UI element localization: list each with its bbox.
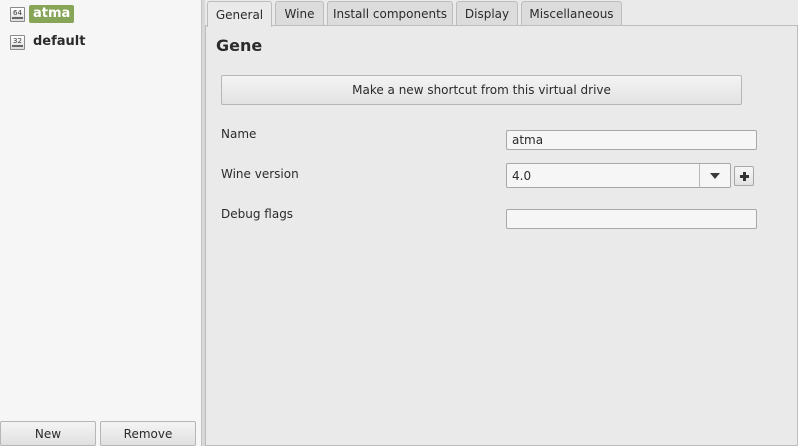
remove-button[interactable]: Remove [100, 421, 196, 446]
prefix-item-default[interactable]: 32 default [10, 32, 89, 52]
prefix-item-atma[interactable]: 64 atma [10, 4, 75, 24]
plus-icon [739, 171, 749, 181]
tab-miscellaneous[interactable]: Miscellaneous [521, 1, 622, 25]
name-field[interactable] [506, 130, 757, 150]
wine-version-select[interactable]: 4.0 [506, 163, 731, 188]
debug-flags-field[interactable] [506, 209, 757, 229]
page-title: Gene [216, 36, 263, 55]
arch-32-icon: 32 [10, 34, 25, 50]
wine-version-label: Wine version [221, 167, 299, 181]
tab-bar: General Wine Install components Display … [205, 0, 798, 27]
make-shortcut-button[interactable]: Make a new shortcut from this virtual dr… [221, 75, 742, 105]
settings-pane: General Wine Install components Display … [205, 0, 798, 446]
chevron-down-icon[interactable] [700, 164, 730, 187]
tab-display[interactable]: Display [456, 1, 518, 25]
wine-version-value: 4.0 [512, 168, 532, 183]
new-button[interactable]: New [0, 421, 96, 446]
tab-wine[interactable]: Wine [275, 1, 324, 25]
arch-64-icon: 64 [10, 6, 25, 22]
tab-general[interactable]: General [207, 1, 272, 27]
add-wine-version-button[interactable] [734, 166, 754, 186]
name-label: Name [221, 127, 257, 141]
prefix-pane: 64 atma 32 default New Remove [0, 0, 201, 446]
debug-flags-label: Debug flags [221, 207, 294, 221]
tab-install-components[interactable]: Install components [327, 1, 453, 25]
general-tab-content: Gene Make a new shortcut from this virtu… [205, 25, 798, 446]
prefix-label: atma [29, 5, 75, 23]
prefix-label: default [33, 34, 86, 49]
